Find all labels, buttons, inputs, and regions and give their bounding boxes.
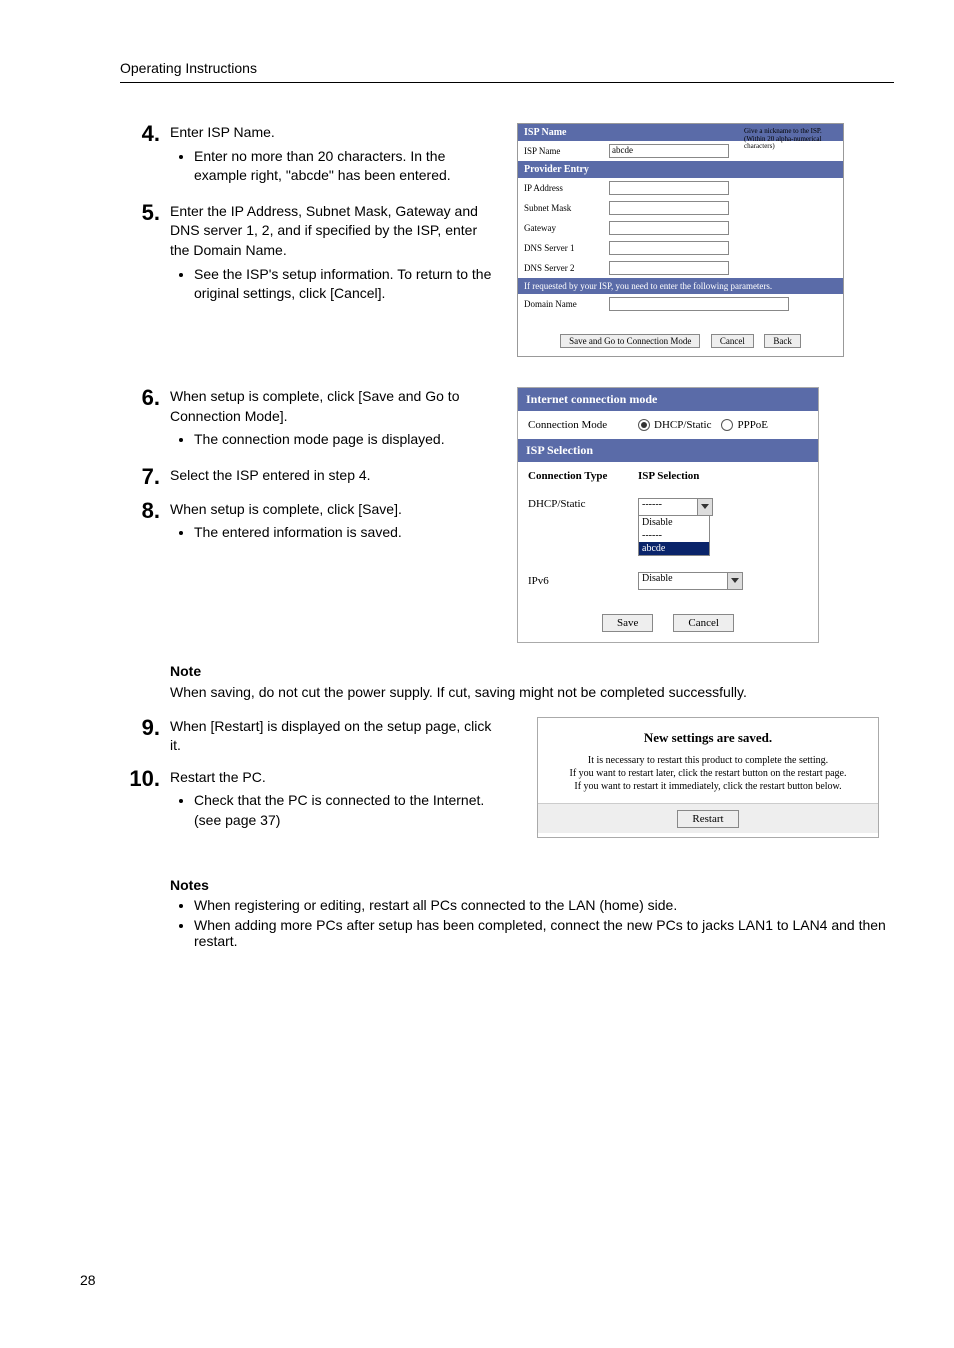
form-param-note: If requested by your ISP, you need to en… xyxy=(518,278,843,294)
step-number: 9. xyxy=(120,717,170,739)
lbl-dns2: DNS Server 2 xyxy=(524,263,609,273)
lbl-conn-mode: Connection Mode xyxy=(528,419,638,431)
isp-name-input[interactable]: abcde xyxy=(609,144,729,158)
lbl-gateway: Gateway xyxy=(524,223,609,233)
lbl-domain: Domain Name xyxy=(524,299,609,309)
row-ipv6: IPv6 xyxy=(528,575,638,587)
restart-title: New settings are saved. xyxy=(538,718,878,754)
dd-option-dashes[interactable]: ------ xyxy=(639,529,709,542)
step-text: When setup is complete, click [Save and … xyxy=(170,388,459,424)
subnet-input[interactable] xyxy=(609,201,729,215)
step-text: When setup is complete, click [Save]. xyxy=(170,501,402,517)
dd-option-disable[interactable]: Disable xyxy=(639,516,709,529)
step-number: 6. xyxy=(120,387,170,409)
dhcp-dropdown-options[interactable]: Disable ------ abcde xyxy=(638,515,710,556)
step-bullet: See the ISP's setup information. To retu… xyxy=(194,265,497,304)
restart-msg2: If you want to restart later, click the … xyxy=(546,767,870,780)
step-text: Restart the PC. xyxy=(170,769,266,785)
notes-item: When registering or editing, restart all… xyxy=(194,897,894,913)
step-number: 5. xyxy=(120,202,170,224)
step-bullet: Check that the PC is connected to the In… xyxy=(194,791,497,830)
step-bullet: The entered information is saved. xyxy=(194,523,497,543)
isp-selection-screenshot: Internet connection mode Connection Mode… xyxy=(517,387,819,643)
step-number: 7. xyxy=(120,466,170,488)
page-number: 28 xyxy=(80,1272,96,1288)
step-number: 10. xyxy=(120,768,170,790)
step-bullet: Enter no more than 20 characters. In the… xyxy=(194,147,497,186)
radio-label-dhcp: DHCP/Static xyxy=(654,419,711,431)
step-text: When [Restart] is displayed on the setup… xyxy=(170,718,491,754)
radio-pppoe[interactable] xyxy=(721,419,733,431)
conn-mode-header: Internet connection mode xyxy=(518,388,818,411)
lbl-subnet: Subnet Mask xyxy=(524,203,609,213)
save-go-button[interactable]: Save and Go to Connection Mode xyxy=(560,334,700,348)
col-isp-sel: ISP Selection xyxy=(638,470,699,482)
isp-selection-header: ISP Selection xyxy=(518,439,818,462)
step-number: 8. xyxy=(120,500,170,522)
step-6: 6. When setup is complete, click [Save a… xyxy=(120,387,497,454)
notes-item: When adding more PCs after setup has bee… xyxy=(194,917,894,949)
page-header: Operating Instructions xyxy=(120,60,894,83)
col-conn-type: Connection Type xyxy=(528,470,638,482)
restart-button[interactable]: Restart xyxy=(677,810,738,828)
step-text: Select the ISP entered in step 4. xyxy=(170,467,371,483)
gateway-input[interactable] xyxy=(609,221,729,235)
form-side-note: Give a nickname to the ISP. (Within 20 a… xyxy=(744,128,839,151)
dns2-input[interactable] xyxy=(609,261,729,275)
step-10: 10. Restart the PC. Check that the PC is… xyxy=(120,768,497,835)
form-header-provider: Provider Entry xyxy=(518,161,843,178)
step-4: 4. Enter ISP Name. Enter no more than 20… xyxy=(120,123,497,190)
dd-option-abcde[interactable]: abcde xyxy=(639,542,709,555)
cancel-button-2[interactable]: Cancel xyxy=(673,614,734,632)
note-text: When saving, do not cut the power supply… xyxy=(170,683,894,703)
restart-msg1: It is necessary to restart this product … xyxy=(546,754,870,767)
dhcp-isp-dropdown[interactable]: ------ xyxy=(638,498,713,516)
restart-screenshot: New settings are saved. It is necessary … xyxy=(537,717,879,838)
radio-label-pppoe: PPPoE xyxy=(737,419,768,431)
step-7: 7. Select the ISP entered in step 4. xyxy=(120,466,497,488)
step-8: 8. When setup is complete, click [Save].… xyxy=(120,500,497,547)
radio-dhcp-static[interactable] xyxy=(638,419,650,431)
lbl-dns1: DNS Server 1 xyxy=(524,243,609,253)
step-9: 9. When [Restart] is displayed on the se… xyxy=(120,717,497,756)
note-heading: Note xyxy=(170,663,894,679)
ip-input[interactable] xyxy=(609,181,729,195)
step-number: 4. xyxy=(120,123,170,145)
lbl-ip: IP Address xyxy=(524,183,609,193)
row-dhcp: DHCP/Static xyxy=(528,498,638,510)
notes-heading: Notes xyxy=(170,877,894,893)
step-text: Enter ISP Name. xyxy=(170,124,275,140)
cancel-button[interactable]: Cancel xyxy=(711,334,754,348)
back-button[interactable]: Back xyxy=(764,334,801,348)
ipv6-dropdown[interactable]: Disable xyxy=(638,572,743,590)
step-text: Enter the IP Address, Subnet Mask, Gatew… xyxy=(170,203,478,258)
domain-input[interactable] xyxy=(609,297,789,311)
step-5: 5. Enter the IP Address, Subnet Mask, Ga… xyxy=(120,202,497,308)
step-bullet: The connection mode page is displayed. xyxy=(194,430,497,450)
save-button[interactable]: Save xyxy=(602,614,653,632)
isp-form-screenshot: Give a nickname to the ISP. (Within 20 a… xyxy=(517,123,844,357)
lbl-isp-name: ISP Name xyxy=(524,146,609,156)
dns1-input[interactable] xyxy=(609,241,729,255)
restart-msg3: If you want to restart it immediately, c… xyxy=(546,780,870,793)
